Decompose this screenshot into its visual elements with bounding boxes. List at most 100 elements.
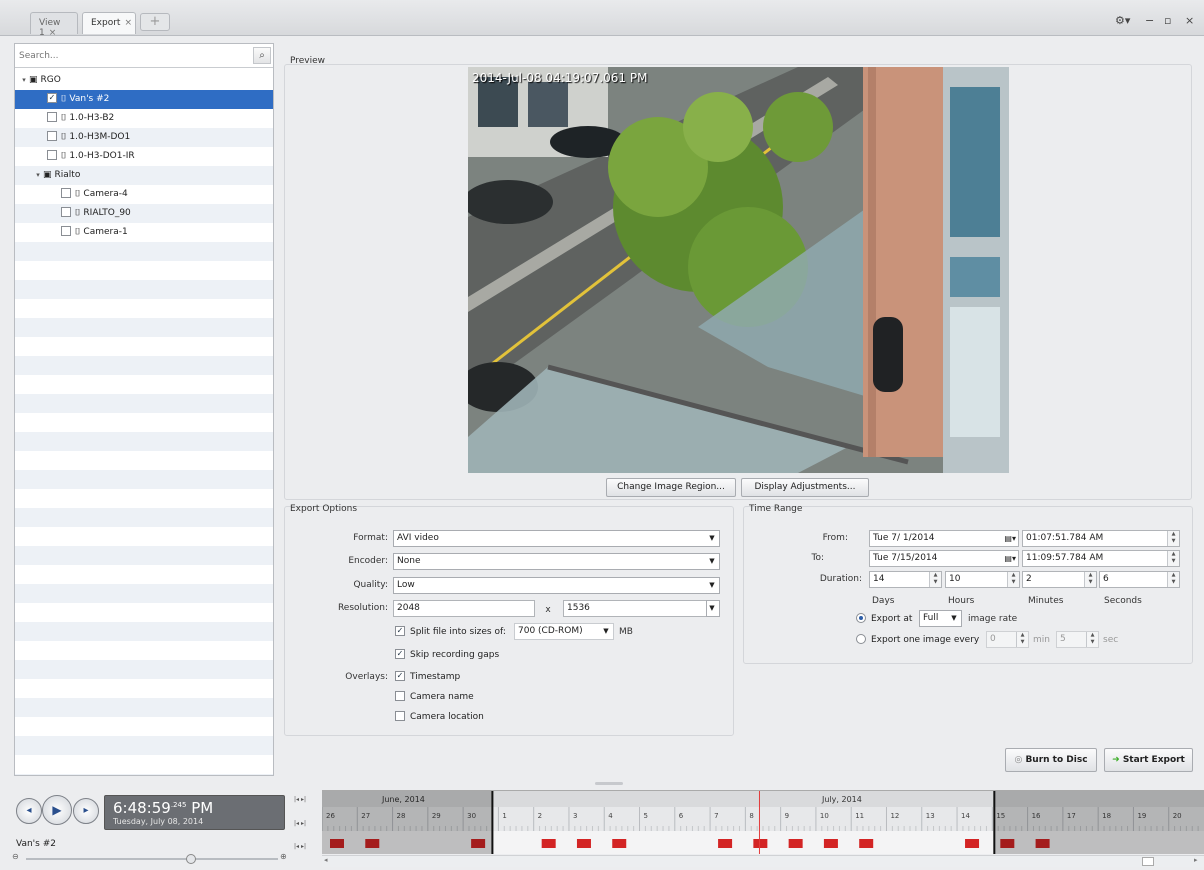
burn-to-disc-button[interactable]: ◎ Burn to Disc [1005, 748, 1097, 772]
timeline-scrollbar[interactable]: ◂ ▸ [322, 855, 1204, 867]
export-one-image-radio[interactable]: Export one image every [856, 633, 979, 646]
recording-segment[interactable] [541, 839, 556, 848]
slider-thumb[interactable] [186, 854, 196, 864]
resolution-height-input[interactable]: 1536 [563, 600, 707, 617]
zoom-in-icon[interactable]: ⊕ [280, 852, 287, 861]
to-time-input[interactable]: 11:09:57.784 AM ▲ ▼ [1022, 550, 1180, 567]
timeline-prev-icon[interactable]: |◂ ▸| [294, 820, 306, 827]
tree-camera-item[interactable]: ⌷ 1.0-H3-B2 [15, 109, 273, 128]
spinner-icon[interactable]: ▲ ▼ [1084, 572, 1096, 587]
recording-segment[interactable] [859, 839, 874, 848]
overlay-camera-name-checkbox[interactable]: Camera name [395, 690, 474, 703]
checkbox-icon[interactable] [61, 206, 71, 217]
split-file-checkbox[interactable]: ✓ Split file into sizes of: [395, 625, 506, 638]
expand-arrow-icon[interactable]: ▾ [33, 166, 43, 185]
step-back-button[interactable]: ◂ [16, 798, 42, 824]
tree-site-item[interactable]: ▾ ▣ RGO [15, 71, 273, 90]
spinner-icon[interactable]: ▲ ▼ [929, 572, 941, 587]
tree-camera-item[interactable]: ⌷ RIALTO_90 [15, 204, 273, 223]
export-one-sec-input[interactable]: 5 ▲ ▼ [1056, 631, 1099, 648]
calendar-icon[interactable]: ▤▾ [1004, 551, 1016, 566]
recording-segment[interactable] [576, 839, 591, 848]
split-size-value: 700 (CD-ROM) [518, 626, 583, 636]
recording-segment[interactable] [823, 839, 838, 848]
resolution-dropdown[interactable]: ▼ [706, 600, 720, 617]
from-time-input[interactable]: 01:07:51.784 AM ▲ ▼ [1022, 530, 1180, 547]
resolution-width-input[interactable]: 2048 [393, 600, 535, 617]
minimize-icon[interactable]: − [1145, 14, 1154, 27]
checkbox-icon[interactable] [47, 130, 57, 141]
recording-segment[interactable] [965, 839, 980, 848]
checkbox-icon[interactable] [61, 187, 71, 198]
tab-export[interactable]: Export × [82, 12, 136, 34]
display-adjustments-button[interactable]: Display Adjustments... [741, 478, 869, 497]
search-input[interactable] [19, 48, 251, 64]
timeline-first-icon[interactable]: |◂ ▸| [294, 796, 306, 803]
tab-view-1[interactable]: View 1 × [30, 12, 78, 38]
restore-icon[interactable]: ▫ [1164, 14, 1171, 27]
spinner-icon[interactable]: ▲ ▼ [1007, 572, 1019, 587]
tree-camera-item[interactable]: ⌷ 1.0-H3-DO1-IR [15, 147, 273, 166]
export-rate-select[interactable]: Full ▼ [919, 610, 962, 627]
skip-gaps-checkbox[interactable]: ✓ Skip recording gaps [395, 648, 499, 661]
spinner-icon[interactable]: ▲ ▼ [1086, 632, 1098, 647]
tree-camera-item[interactable]: ✓ ⌷ Van's #2 [15, 90, 273, 109]
to-date-input[interactable]: Tue 7/15/2014 ▤▾ [869, 550, 1019, 567]
close-icon[interactable]: × [49, 28, 57, 38]
overlay-timestamp-checkbox[interactable]: ✓ Timestamp [395, 670, 460, 683]
calendar-icon[interactable]: ▤▾ [1004, 531, 1016, 546]
burn-button-label: Burn to Disc [1025, 755, 1088, 765]
from-date-value: Tue 7/ 1/2014 [873, 533, 935, 543]
export-at-radio[interactable]: Export at [856, 612, 912, 625]
recording-segment[interactable] [753, 839, 768, 848]
search-icon[interactable]: ⌕ [253, 47, 271, 64]
timeline-zoom-slider[interactable]: ⊖ ⊕ [12, 852, 290, 864]
day-label: 5 [644, 812, 648, 820]
export-one-min-input[interactable]: 0 ▲ ▼ [986, 631, 1029, 648]
scroll-left-icon[interactable]: ◂ [324, 856, 328, 864]
checkbox-icon[interactable]: ✓ [47, 92, 57, 103]
tree-camera-item[interactable]: ⌷ Camera-1 [15, 223, 273, 242]
duration-minutes-input[interactable]: 2 ▲ ▼ [1022, 571, 1097, 588]
format-select[interactable]: AVI video ▼ [393, 530, 720, 547]
overlay-camera-location-checkbox[interactable]: Camera location [395, 710, 484, 723]
recording-segment[interactable] [788, 839, 803, 848]
split-size-select[interactable]: 700 (CD-ROM) ▼ [514, 623, 614, 640]
settings-gear-icon[interactable]: ⚙▾ [1115, 14, 1130, 27]
step-forward-button[interactable]: ▸ [73, 798, 99, 824]
duration-label: Duration: [819, 574, 862, 584]
scroll-right-icon[interactable]: ▸ [1194, 856, 1198, 864]
duration-seconds-input[interactable]: 6 ▲ ▼ [1099, 571, 1180, 588]
duration-days-input[interactable]: 14 ▲ ▼ [869, 571, 942, 588]
clock-ms: .245 [170, 801, 187, 809]
splitter-handle[interactable] [595, 782, 623, 785]
spinner-icon[interactable]: ▲ ▼ [1167, 551, 1179, 566]
tree-site-item[interactable]: ▾ ▣ Rialto [15, 166, 273, 185]
spinner-icon[interactable]: ▲ ▼ [1167, 572, 1179, 587]
recording-segment[interactable] [612, 839, 627, 848]
start-export-button[interactable]: ➜ Start Export [1104, 748, 1193, 772]
encoder-select[interactable]: None ▼ [393, 553, 720, 570]
close-icon[interactable]: × [124, 18, 132, 28]
quality-select[interactable]: Low ▼ [393, 577, 720, 594]
checkbox-icon[interactable] [47, 111, 57, 122]
scroll-thumb[interactable] [1142, 857, 1154, 866]
timeline[interactable]: June, 2014 July, 2014 26 27 28 29 30 1 2 3 4 5 6 7 8 9… [322, 790, 1204, 854]
checkbox-icon[interactable] [47, 149, 57, 160]
spinner-icon[interactable]: ▲ ▼ [1167, 531, 1179, 546]
close-window-icon[interactable]: × [1185, 14, 1194, 27]
expand-arrow-icon[interactable]: ▾ [19, 71, 29, 90]
zoom-out-icon[interactable]: ⊖ [12, 852, 19, 861]
tree-camera-item[interactable]: ⌷ 1.0-H3M-DO1 [15, 128, 273, 147]
from-date-input[interactable]: Tue 7/ 1/2014 ▤▾ [869, 530, 1019, 547]
spinner-icon[interactable]: ▲ ▼ [1016, 632, 1028, 647]
duration-hours-input[interactable]: 10 ▲ ▼ [945, 571, 1020, 588]
tree-camera-item[interactable]: ⌷ Camera-4 [15, 185, 273, 204]
change-image-region-button[interactable]: Change Image Region... [606, 478, 736, 497]
checkbox-icon[interactable] [61, 225, 71, 236]
play-button[interactable]: ▶ [42, 795, 72, 825]
add-tab-button[interactable]: + [140, 13, 170, 31]
recording-segment[interactable] [718, 839, 733, 848]
timeline-camera-label: Van's #2 [16, 839, 56, 849]
timeline-next-icon[interactable]: |◂ ▸| [294, 843, 306, 850]
